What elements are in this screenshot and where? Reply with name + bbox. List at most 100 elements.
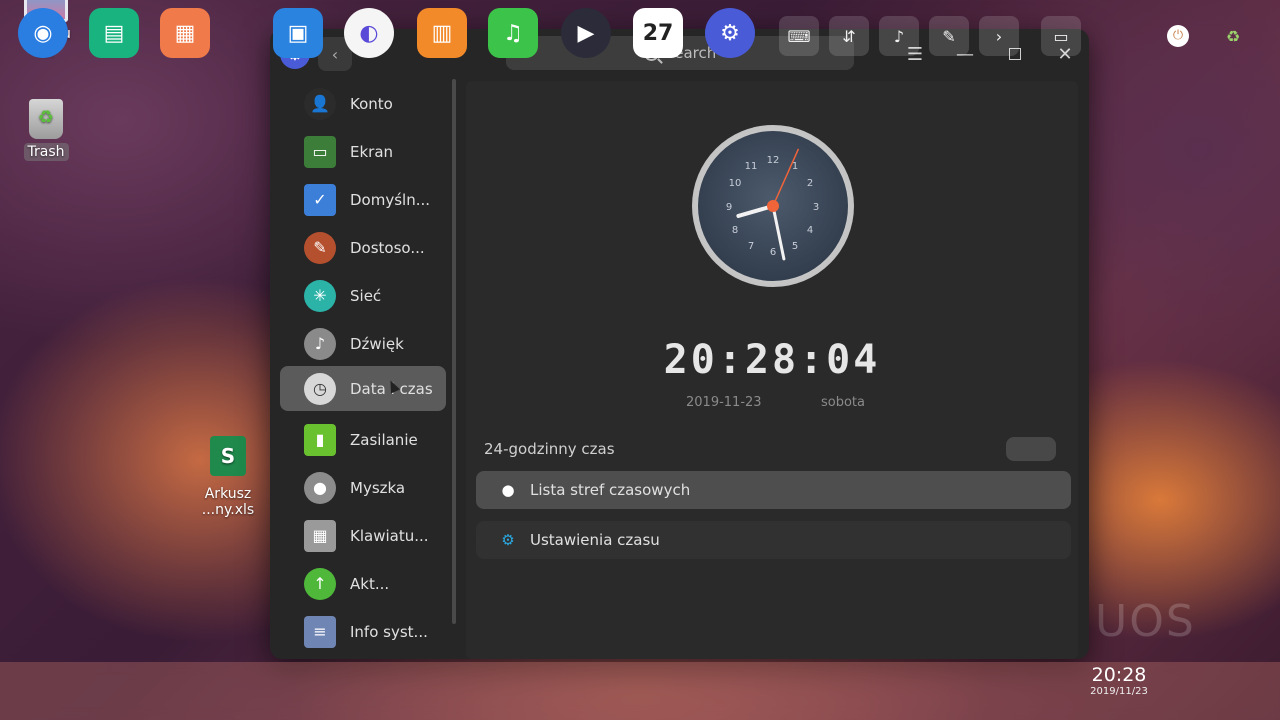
sidebar-item-siec[interactable]: ✳ Sieć (280, 273, 446, 318)
desktop-icon-label: ...ny.xls (201, 502, 255, 518)
tray-keyboard[interactable]: ⌨ (779, 16, 819, 56)
dock (0, 662, 1280, 720)
sidebar-item-aktualizacje[interactable]: ↑ Akt... (280, 561, 446, 606)
account-icon: 👤 (304, 87, 336, 120)
tray-notifications[interactable]: ▭ (1041, 16, 1081, 56)
sidebar-item-label: Ekran (350, 142, 394, 161)
tray-trash[interactable]: ♻ (1213, 16, 1253, 56)
dock-multitasking[interactable]: ▤ (89, 8, 139, 58)
dock-file-manager[interactable]: ▣ (273, 8, 323, 58)
desktop-icon-spreadsheet[interactable]: S Arkusz ...ny.xls (193, 436, 263, 518)
svg-text:9: 9 (726, 202, 732, 213)
sidebar-item-myszka[interactable]: ● Myszka (280, 465, 446, 510)
time-settings-button[interactable]: ⚙ Ustawienia czasu (476, 521, 1071, 559)
digital-time: 20:28:04 (663, 337, 881, 383)
hour24-label: 24-godzinny czas (484, 440, 615, 458)
usb-icon: ⇵ (842, 26, 856, 46)
current-date: 2019-11-23 (686, 395, 762, 410)
sidebar-item-info-systemu[interactable]: ≡ Info syst... (280, 609, 446, 654)
clock-hands: 1212 345 678 91011 (726, 148, 819, 261)
sidebar-item-label: Dźwięk (350, 334, 404, 353)
power-icon: ▮ (304, 423, 336, 456)
dock-desktop-mode[interactable]: ▦ (160, 8, 210, 58)
svg-text:3: 3 (813, 202, 819, 213)
sidebar-item-ekran[interactable]: ▭ Ekran (280, 129, 446, 174)
desktop-icon-trash[interactable]: Trash (11, 99, 81, 161)
tray-usb[interactable]: ⇵ (829, 16, 869, 56)
tray-expand[interactable]: › (979, 16, 1019, 56)
multitask-icon: ▤ (103, 20, 125, 46)
mouse-icon: ● (304, 471, 336, 504)
chevron-right-icon: › (995, 26, 1003, 46)
keyboard-icon: ⌨ (787, 26, 811, 46)
sidebar-item-label: Info syst... (350, 622, 428, 641)
svg-text:10: 10 (729, 178, 742, 189)
hour24-toggle[interactable] (1006, 437, 1056, 461)
dock-browser[interactable]: ◐ (344, 8, 394, 58)
volume-icon: ♪ (893, 26, 905, 46)
sidebar-item-dostosowanie[interactable]: ✎ Dostoso... (280, 225, 446, 270)
sidebar-scrollbar[interactable] (452, 79, 456, 624)
pen-icon: ✎ (942, 26, 956, 46)
dock-app-store[interactable]: ▥ (417, 8, 467, 58)
sidebar-item-dzwiek[interactable]: ♪ Dźwięk (280, 321, 446, 366)
movie-icon: ▶ (577, 20, 595, 46)
hour24-row: 24-godzinny czas (484, 435, 1068, 463)
desktop-icon-label: Trash (23, 143, 69, 161)
tray-volume[interactable]: ♪ (879, 16, 919, 56)
network-icon: ✳ (304, 279, 336, 312)
sidebar-item-label: Dostoso... (350, 238, 425, 257)
update-icon: ↑ (304, 567, 336, 600)
sidebar-item-label: Domyśln... (350, 190, 431, 209)
sidebar-item-domyslne[interactable]: ✓ Domyśln... (280, 177, 446, 222)
time-settings-label: Ustawienia czasu (530, 531, 660, 549)
control-center-window: ⚙ ‹ Search ☰ — ✕ 👤 Konto ▭ Ekran ✓ Domyś… (270, 29, 1089, 659)
timezone-list-button[interactable]: ● Lista stref czasowych (476, 471, 1071, 509)
trash-icon: ♻ (1225, 26, 1241, 46)
dock-movie[interactable]: ▶ (561, 8, 611, 58)
svg-text:6: 6 (770, 247, 776, 258)
browser-icon: ◐ (359, 20, 379, 46)
sidebar-item-label: Klawiatu... (350, 526, 429, 545)
tray-screenshot[interactable]: ✎ (929, 16, 969, 56)
file-manager-icon: ▣ (287, 20, 309, 46)
display-icon: ▭ (304, 135, 336, 168)
tray-clock[interactable]: 20:28 2019/11/23 (1090, 664, 1148, 697)
sidebar-item-data-czas[interactable]: ◷ Data i czas (280, 366, 446, 411)
sidebar-item-label: Zasilanie (350, 430, 418, 449)
svg-text:2: 2 (807, 178, 813, 189)
dock-control-center[interactable]: ⚙ (705, 8, 755, 58)
clock-center (767, 200, 779, 212)
location-pin-icon: ● (501, 481, 515, 499)
datetime-panel: 12 1 2 345 678 9 10 11 20:28:04 2019-11-23 s… (466, 81, 1078, 659)
dock-launcher[interactable]: ◉ (18, 8, 68, 58)
calendar-icon: 27 (642, 20, 674, 46)
sound-icon: ♪ (304, 327, 336, 360)
sidebar-item-konto[interactable]: 👤 Konto (280, 81, 446, 126)
power-icon: ⏻ (1167, 25, 1189, 47)
svg-text:12: 12 (767, 155, 780, 166)
datetime-icon: ◷ (304, 372, 336, 405)
analog-clock: 12 1 2 345 678 9 10 11 (692, 125, 854, 287)
gear-icon: ⚙ (501, 531, 515, 549)
sidebar-item-klawiatura[interactable]: ▦ Klawiatu... (280, 513, 446, 558)
dock-calendar[interactable]: 27 (633, 8, 683, 58)
launcher-icon: ◉ (33, 20, 53, 46)
timezone-list-label: Lista stref czasowych (530, 481, 691, 499)
keyboard-icon: ▦ (304, 519, 336, 552)
sidebar-item-label: Konto (350, 94, 393, 113)
trash-icon (29, 99, 63, 139)
system-info-icon: ≡ (304, 615, 336, 648)
current-weekday: sobota (821, 395, 865, 410)
settings-icon: ⚙ (720, 20, 740, 46)
tray-date: 2019/11/23 (1090, 686, 1148, 697)
personalization-icon: ✎ (304, 231, 336, 264)
tray-power[interactable]: ⏻ (1158, 16, 1198, 56)
sidebar-item-zasilanie[interactable]: ▮ Zasilanie (280, 417, 446, 462)
notification-icon: ▭ (1053, 26, 1069, 46)
dock-music[interactable]: ♫ (488, 8, 538, 58)
desktop-mode-icon: ▦ (174, 20, 196, 46)
chevron-left-icon: ‹ (331, 44, 339, 64)
svg-text:7: 7 (748, 241, 754, 252)
music-icon: ♫ (503, 20, 523, 46)
